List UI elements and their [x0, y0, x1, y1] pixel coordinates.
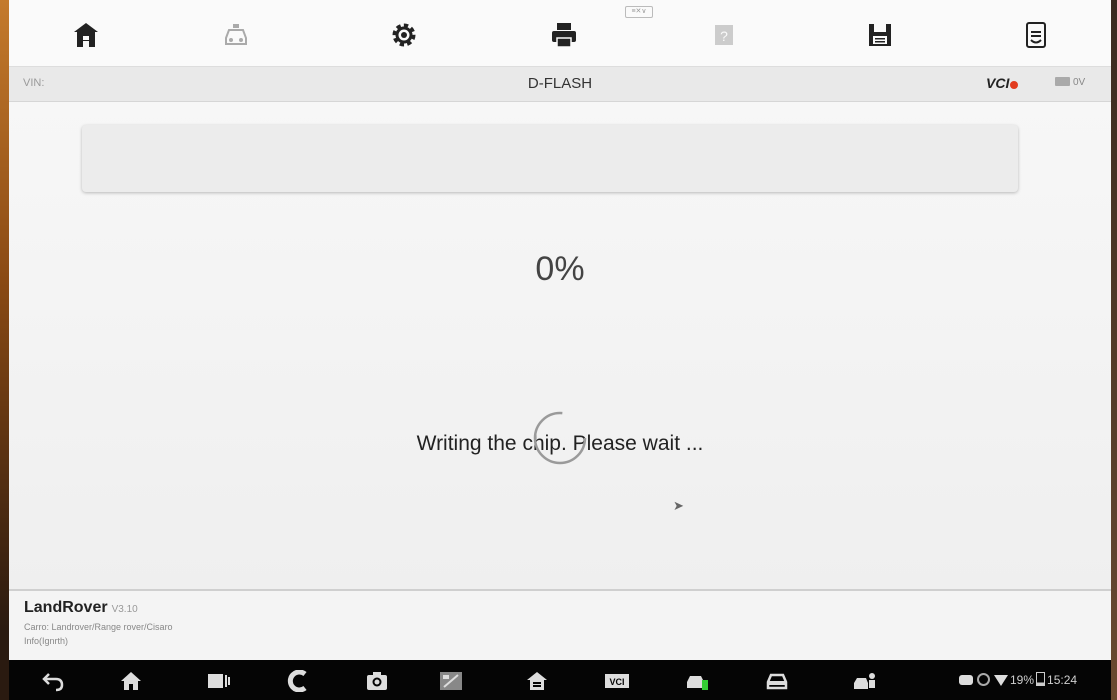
mouse-cursor-icon: ➤ [673, 498, 684, 513]
top-toolbar: ? ≡✕∨ [9, 0, 1111, 67]
software-version: V3.10 [111, 604, 138, 615]
battery-icon [1055, 77, 1070, 86]
vci-manager-icon[interactable]: VCI [605, 670, 629, 692]
service-icon[interactable] [765, 670, 789, 692]
vehicle-brand: LandRover V3.10 [24, 599, 138, 616]
info-bar: VIN: D-FLASH VCI 0V [9, 67, 1111, 102]
remote-desk-icon[interactable] [853, 670, 877, 692]
battery-voltage: 0V [1055, 77, 1085, 88]
recent-apps-icon[interactable] [207, 670, 231, 692]
screen-brightness-icon[interactable] [439, 670, 463, 692]
sync-icon [977, 673, 990, 686]
home-icon[interactable] [119, 670, 143, 692]
page-title: D-FLASH [527, 75, 593, 92]
window-handle[interactable]: ≡✕∨ [625, 6, 653, 18]
data-logging-icon[interactable] [1021, 20, 1051, 50]
home-icon[interactable] [71, 20, 101, 50]
back-icon[interactable] [41, 670, 65, 692]
print-icon[interactable] [549, 20, 579, 50]
clock: 15:24 [1047, 673, 1078, 687]
help-icon[interactable]: ? [709, 20, 739, 50]
progress-bar [82, 125, 1018, 192]
diagnostics-icon[interactable] [685, 670, 709, 692]
vehicle-swap-icon[interactable] [221, 20, 251, 50]
camera-icon[interactable] [365, 670, 389, 692]
vci-status: VCI [986, 75, 1019, 91]
vehicle-path: Carro: Landrover/Range rover/Cisaro [24, 622, 173, 632]
vci-status-dot-icon [1010, 81, 1019, 89]
progress-percent: 0% [535, 250, 585, 288]
battery-percent: 19% [1010, 673, 1035, 687]
battery-icon [1036, 672, 1046, 686]
save-icon[interactable] [865, 20, 895, 50]
status-area: 19% 15:24 [959, 672, 1077, 687]
svg-text:VCI: VCI [609, 677, 624, 687]
frame-right [1111, 0, 1117, 700]
footer: LandRover V3.10 Carro: Landrover/Range ro… [9, 589, 1111, 662]
main-content: 0% Writing the chip. Please wait ... ➤ [9, 102, 1111, 589]
settings-icon[interactable] [389, 20, 419, 50]
browser-icon[interactable] [285, 670, 309, 692]
svg-text:?: ? [720, 28, 728, 44]
android-nav-bar: VCI 19% 15:24 [9, 660, 1111, 700]
vehicle-info: Info(Ignrth) [24, 636, 69, 646]
message-icon [959, 675, 973, 685]
wifi-icon [994, 675, 1008, 686]
maxifix-home-icon[interactable] [525, 670, 549, 692]
frame-left [0, 0, 9, 700]
loading-spinner-icon [528, 406, 592, 470]
